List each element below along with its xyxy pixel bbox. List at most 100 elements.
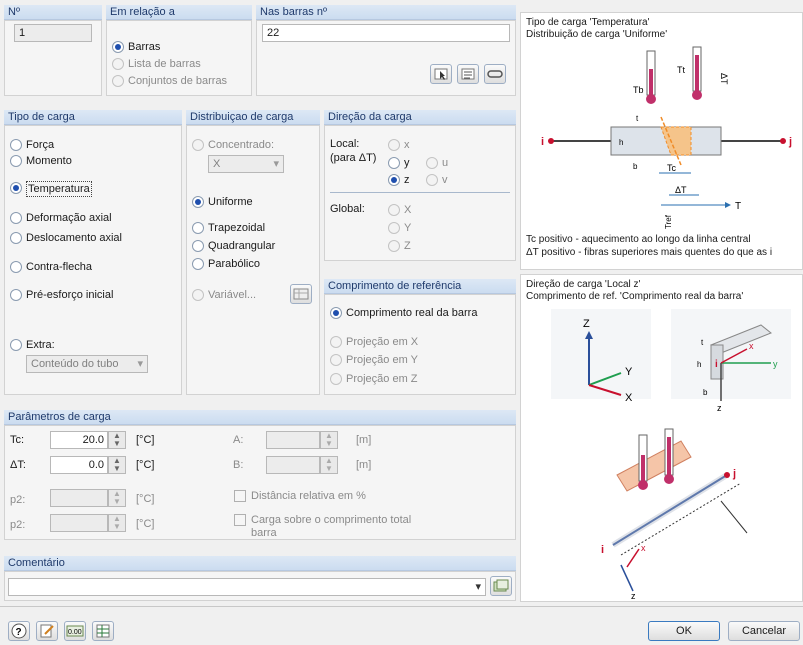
reflen-radio-real[interactable] (330, 307, 342, 319)
dist-radio-concentrated[interactable] (192, 139, 204, 151)
local-y[interactable]: y (404, 156, 410, 170)
load-type-radio-camber[interactable] (10, 261, 22, 273)
load-type-radio-extra[interactable] (10, 339, 22, 351)
load-type-radio-temperature[interactable] (10, 182, 22, 194)
relation-radio-list[interactable] (112, 58, 124, 70)
rel-dist-checkbox[interactable] (234, 490, 246, 502)
relation-option-list[interactable]: Lista de barras (128, 57, 201, 71)
tc-unit: [°C] (136, 434, 155, 446)
rel-dist-label[interactable]: Distância relativa em % (251, 489, 366, 503)
a-spinner[interactable]: ▲ ▼ (320, 431, 338, 449)
global-radio-z[interactable] (388, 240, 400, 252)
tc-spinner[interactable]: ▲ ▼ (108, 431, 126, 449)
load-type-radio-moment[interactable] (10, 155, 22, 167)
local-radio-v[interactable] (426, 174, 438, 186)
reflen-y[interactable]: Projeção em Y (346, 353, 418, 367)
load-type-radio-axial-disp[interactable] (10, 232, 22, 244)
reflen-radio-z[interactable] (330, 373, 342, 385)
relation-option-bars[interactable]: Barras (128, 40, 160, 54)
decimal-button[interactable]: 0.00 (64, 621, 86, 641)
extra-select-value: Conteúdo do tubo (31, 358, 119, 370)
b-spinner[interactable]: ▲ ▼ (320, 456, 338, 474)
p2b-input[interactable] (50, 514, 108, 532)
dt-input[interactable]: 0.0 (50, 456, 108, 474)
dist-radio-parabolic[interactable] (192, 258, 204, 270)
relation-radio-bars[interactable] (112, 41, 124, 53)
select-bars-button[interactable] (430, 64, 452, 84)
no-field[interactable]: 1 (14, 24, 92, 42)
load-wizard-button[interactable] (92, 621, 114, 641)
load-type-radio-prestress[interactable] (10, 289, 22, 301)
dist-trapezoidal[interactable]: Trapezoidal (208, 221, 265, 235)
reflen-real[interactable]: Comprimento real da barra (346, 306, 477, 320)
local-v[interactable]: v (442, 173, 448, 187)
cancel-button[interactable]: Cancelar (728, 621, 800, 641)
a-input[interactable] (266, 431, 320, 449)
bars-input[interactable]: 22 (262, 24, 510, 42)
reflen-radio-y[interactable] (330, 354, 342, 366)
reflen-radio-x[interactable] (330, 336, 342, 348)
global-radio-x[interactable] (388, 204, 400, 216)
p2a-input[interactable] (50, 489, 108, 507)
pick-bars-button[interactable] (484, 64, 506, 84)
member-j: j (732, 468, 736, 480)
local-x[interactable]: x (404, 138, 410, 152)
link-icon (487, 70, 503, 78)
dist-radio-trapezoidal[interactable] (192, 222, 204, 234)
comment-library-button[interactable] (490, 576, 512, 596)
global-radio-y[interactable] (388, 222, 400, 234)
load-type-radio-force[interactable] (10, 139, 22, 151)
dist-radio-quadrangular[interactable] (192, 240, 204, 252)
extra-select[interactable]: Conteúdo do tubo ▾ (26, 355, 148, 373)
load-type-radio-axial-def[interactable] (10, 212, 22, 224)
load-type-axial-deformation[interactable]: Deformação axial (26, 211, 112, 225)
local-z[interactable]: z (404, 173, 410, 187)
global-y[interactable]: Y (404, 221, 411, 235)
local-radio-z[interactable] (388, 174, 400, 186)
load-type-axial-displacement[interactable]: Deslocamento axial (26, 231, 122, 245)
edit-button[interactable] (36, 621, 58, 641)
global-z[interactable]: Z (404, 239, 411, 253)
ok-button[interactable]: OK (648, 621, 720, 641)
load-type-moment[interactable]: Momento (26, 154, 72, 168)
local-radio-u[interactable] (426, 157, 438, 169)
dist-concentrated[interactable]: Concentrado: (208, 138, 274, 152)
tc-input[interactable]: 20.0 (50, 431, 108, 449)
b-input[interactable] (266, 456, 320, 474)
concentrated-select[interactable]: X ▾ (208, 155, 284, 173)
local-u[interactable]: u (442, 156, 448, 170)
thermometer-icon (646, 46, 702, 104)
variable-edit-button[interactable] (290, 284, 312, 304)
local-radio-x[interactable] (388, 139, 400, 151)
load-type-temperature[interactable]: Temperatura (26, 181, 92, 197)
load-type-prestress[interactable]: Pré-esforço inicial (26, 288, 113, 302)
local-radio-y[interactable] (388, 157, 400, 169)
edit-icon (40, 624, 54, 638)
relation-option-sets[interactable]: Conjuntos de barras (128, 74, 227, 88)
global-x[interactable]: X (404, 203, 411, 217)
h-label: h (619, 138, 623, 147)
load-type-extra[interactable]: Extra: (26, 338, 55, 352)
divider (330, 192, 510, 193)
relation-radio-sets[interactable] (112, 75, 124, 87)
reflen-x[interactable]: Projeção em X (346, 335, 418, 349)
select-list-button[interactable] (457, 64, 479, 84)
p2a-spinner[interactable]: ▲ ▼ (108, 489, 126, 507)
dist-radio-uniform[interactable] (192, 196, 204, 208)
dt-spinner[interactable]: ▲ ▼ (108, 456, 126, 474)
total-len-checkbox[interactable] (234, 514, 246, 526)
dist-uniform[interactable]: Uniforme (208, 195, 253, 209)
diagram1-line1: Tipo de carga 'Temperatura' (526, 17, 650, 28)
p2b-spinner[interactable]: ▲ ▼ (108, 514, 126, 532)
diagram1-line2: Distribuição de carga 'Uniforme' (526, 29, 668, 40)
load-type-force[interactable]: Força (26, 138, 54, 152)
dist-quadrangular[interactable]: Quadrangular (208, 239, 275, 253)
load-type-camber[interactable]: Contra-flecha (26, 260, 92, 274)
dist-parabolic[interactable]: Parabólico (208, 257, 260, 271)
dist-variable[interactable]: Variável... (208, 288, 256, 302)
comment-input[interactable]: ▾ (8, 578, 486, 596)
total-len-label-1[interactable]: Carga sobre o comprimento total (251, 513, 411, 527)
reflen-z[interactable]: Projeção em Z (346, 372, 418, 386)
dist-radio-variable[interactable] (192, 289, 204, 301)
help-button[interactable]: ? (8, 621, 30, 641)
